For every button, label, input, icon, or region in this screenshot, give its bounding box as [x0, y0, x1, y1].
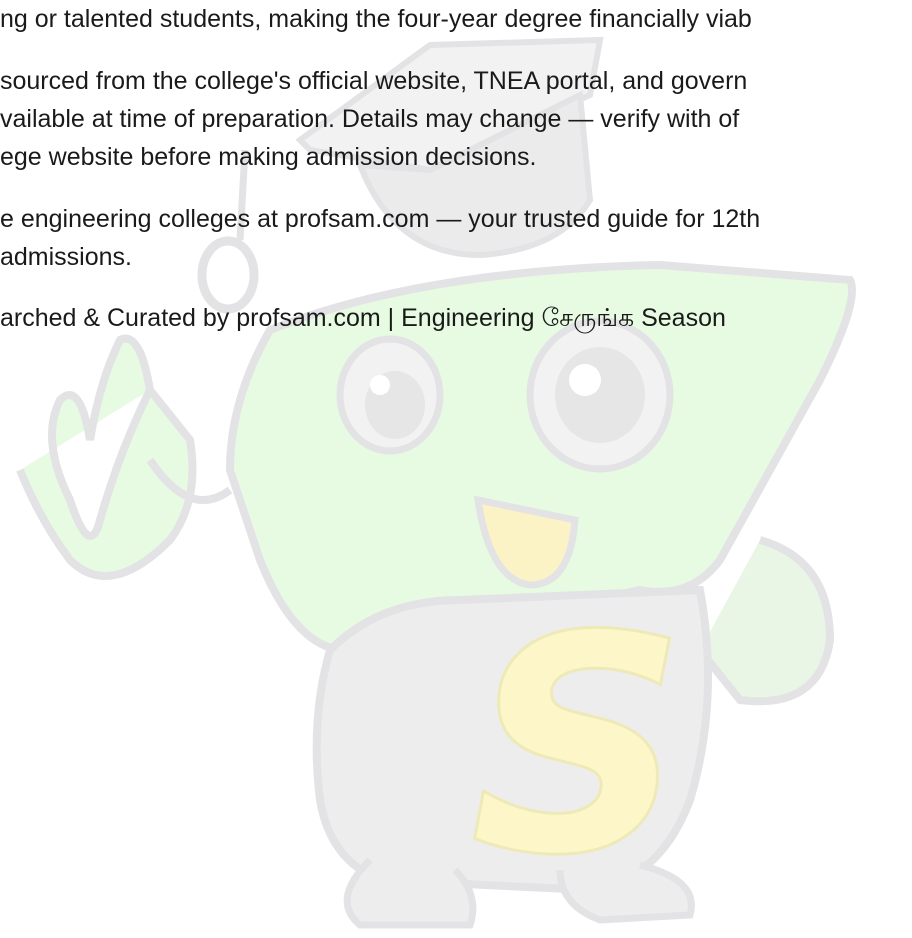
document-page: S ​ ng or talented students, making the … [0, 0, 912, 938]
text-line: ege website before making admission deci… [0, 143, 537, 171]
text-line: ng or talented students, making the four… [0, 5, 752, 33]
text-line: e engineering colleges at profsam.com — … [0, 205, 761, 233]
document-text: ​ ng or talented students, making the fo… [0, 0, 912, 938]
text-line: admissions. [0, 243, 132, 271]
text-line: arched & Curated by profsam.com | Engine… [0, 304, 726, 332]
text-line: vailable at time of preparation. Details… [0, 105, 740, 133]
text-line: sourced from the college's official webs… [0, 67, 748, 95]
